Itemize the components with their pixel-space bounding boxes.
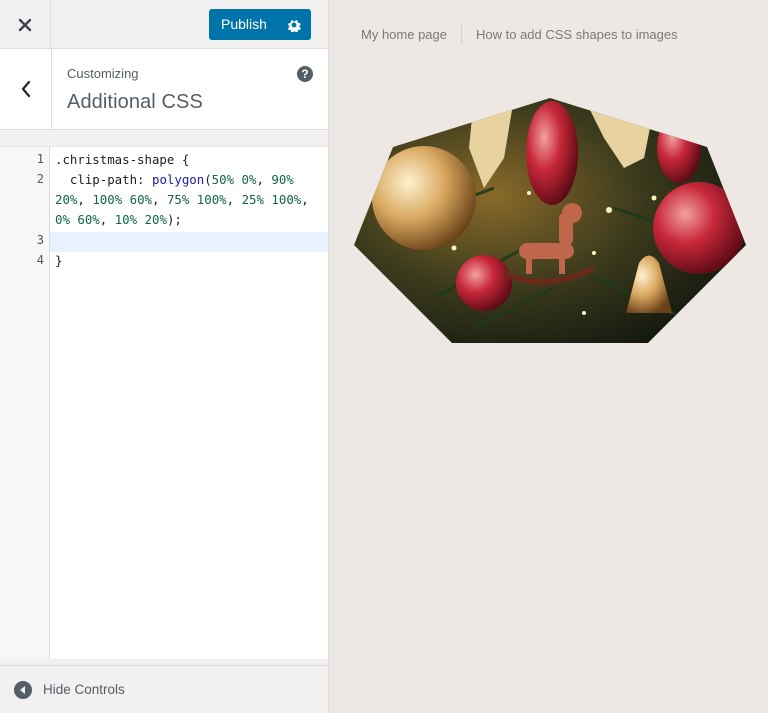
section-header: Customizing Additional CSS ?: [0, 49, 328, 130]
code-line: .christmas-shape {: [55, 152, 190, 167]
code-line: }: [55, 253, 63, 268]
line-number: 2: [36, 172, 44, 186]
nav-link-css-shapes[interactable]: How to add CSS shapes to images: [476, 27, 678, 42]
section-title: Additional CSS: [67, 91, 203, 113]
hide-controls-label: Hide Controls: [43, 682, 125, 697]
close-button[interactable]: [0, 0, 51, 49]
code-line: 20%, 100% 60%, 75% 100%, 25% 100%,: [55, 192, 309, 207]
close-icon: [18, 18, 32, 31]
code-line: 0% 60%, 10% 20%);: [55, 212, 182, 227]
nav-separator: [461, 24, 462, 44]
christmas-shape-image: [354, 98, 746, 343]
publish-button[interactable]: Publish: [209, 9, 277, 40]
gear-icon: [287, 19, 301, 32]
back-button[interactable]: [0, 49, 52, 129]
line-number: 3: [36, 233, 44, 247]
publish-group: Publish: [209, 9, 311, 40]
hide-controls-button[interactable]: Hide Controls: [0, 665, 328, 713]
code-line: clip-path: polygon(50% 0%, 90%: [55, 172, 294, 187]
help-icon[interactable]: ?: [297, 66, 313, 82]
site-preview: My home page How to add CSS shapes to im…: [329, 0, 768, 713]
publish-settings-button[interactable]: [277, 9, 311, 40]
line-number: 4: [36, 253, 44, 267]
customizing-label: Customizing: [67, 66, 139, 81]
collapse-arrow-icon: [14, 680, 32, 699]
nav-link-home[interactable]: My home page: [361, 27, 447, 42]
line-number: 1: [36, 152, 44, 166]
chevron-left-icon: [21, 80, 30, 98]
code-area[interactable]: .christmas-shape { clip-path: polygon(50…: [50, 147, 328, 659]
site-navigation: My home page How to add CSS shapes to im…: [361, 24, 678, 44]
customizer-panel: Publish Customizing Additional CSS ? 1 2…: [0, 0, 329, 713]
customizer-header: Publish: [0, 0, 328, 49]
css-code-editor[interactable]: 1 2 3 4 .christmas-shape { clip-path: po…: [0, 146, 328, 659]
line-number-gutter: 1 2 3 4: [0, 147, 50, 659]
